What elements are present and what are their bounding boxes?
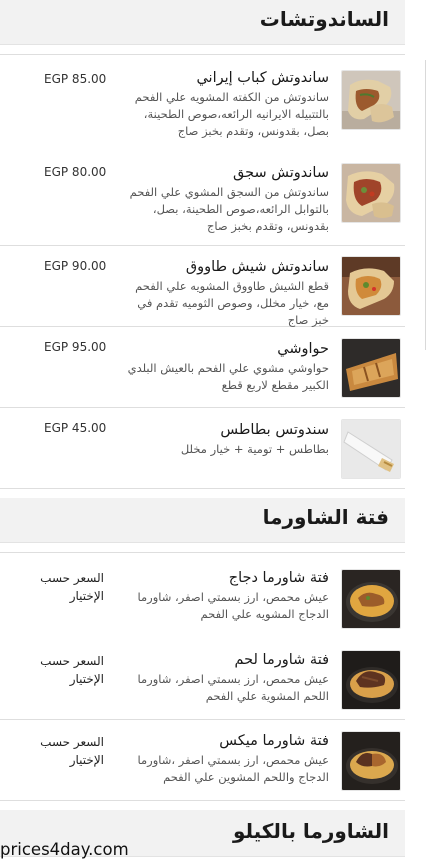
item-description: ساندوتش من الكفته المشويه علي الفحم بالت… xyxy=(134,90,329,138)
item-price: EGP 95.00 xyxy=(44,340,107,354)
menu-item-sausage-sandwich[interactable]: ساندوتش سجق ساندوتش من السجق المشوي علي … xyxy=(0,152,405,246)
menu-item-chicken-shawarma-fatta[interactable]: فتة شاورما دجاج عيش محمص، ارز بسمتي اصفر… xyxy=(0,552,405,640)
scroll-track xyxy=(425,60,426,350)
menu-item-meat-shawarma-fatta[interactable]: فتة شاورما لحم عيش محمص، ارز بسمتي اصفر،… xyxy=(0,639,405,720)
menu-item-mix-shawarma-fatta[interactable]: فتة شاورما ميكس عيش محمص، ارز بسمتي اصفر… xyxy=(0,720,405,801)
section-header-shawarma-fatta: فتة الشاورما xyxy=(0,498,405,543)
kebab-sandwich-photo xyxy=(341,70,401,130)
hawawshi-photo xyxy=(341,338,401,398)
item-name: ساندوتش سجق xyxy=(233,165,329,181)
item-description: عيش محمص، ارز بسمتي اصفر، شاورما الدجاج … xyxy=(137,590,329,621)
item-description: قطع الشيش طاووق المشويه علي الفحم مع، خي… xyxy=(135,279,329,327)
item-text: حواوشي حواوشي مشوي علي الفحم بالعيش البل… xyxy=(119,340,329,394)
item-price: السعر حسب الإختيار xyxy=(40,571,104,603)
item-name: سندوتس بطاطس xyxy=(220,422,329,438)
item-description: عيش محمص، ارز بسمتي اصفر ،شاورما الدجاج … xyxy=(137,753,329,784)
item-description: بطاطس + تومية + خيار مخلل xyxy=(180,442,329,456)
section-title: فتة الشاورما xyxy=(262,505,389,529)
item-price: EGP 85.00 xyxy=(44,72,107,86)
mix-fatta-photo xyxy=(341,731,401,791)
item-name: فتة شاورما ميكس xyxy=(219,733,329,749)
item-name: ساندوتش كباب إيراني xyxy=(196,70,329,86)
item-text: ساندوتش شيش طاووق قطع الشيش طاووق المشوي… xyxy=(119,258,329,329)
item-text: ساندوتش كباب إيراني ساندوتش من الكفته ال… xyxy=(119,69,329,140)
chicken-fatta-photo xyxy=(341,569,401,629)
menu-item-shish-tawook-sandwich[interactable]: ساندوتش شيش طاووق قطع الشيش طاووق المشوي… xyxy=(0,246,405,327)
item-name: فتة شاورما دجاج xyxy=(228,570,329,586)
item-text: سندوتس بطاطس بطاطس + تومية + خيار مخلل xyxy=(119,421,329,458)
item-name: فتة شاورما لحم xyxy=(234,652,329,668)
item-text: فتة شاورما لحم عيش محمص، ارز بسمتي اصفر،… xyxy=(119,651,329,705)
item-text: ساندوتش سجق ساندوتش من السجق المشوي علي … xyxy=(119,164,329,235)
item-name: ساندوتش شيش طاووق xyxy=(185,259,329,275)
menu-item-kebab-sandwich[interactable]: ساندوتش كباب إيراني ساندوتش من الكفته ال… xyxy=(0,54,405,153)
menu-item-potato-sandwich[interactable]: سندوتس بطاطس بطاطس + تومية + خيار مخلل E… xyxy=(0,408,405,489)
section-title: الشاورما بالكيلو xyxy=(232,819,389,843)
item-description: حواوشي مشوي علي الفحم بالعيش البلدي الكب… xyxy=(127,361,329,392)
item-price: EGP 90.00 xyxy=(44,259,107,273)
section-title: الساندوتشات xyxy=(259,7,389,31)
item-price: السعر حسب الإختيار xyxy=(40,735,104,767)
item-text: فتة شاورما ميكس عيش محمص، ارز بسمتي اصفر… xyxy=(119,732,329,786)
section-header-sandwiches: الساندوتشات xyxy=(0,0,405,45)
item-text: فتة شاورما دجاج عيش محمص، ارز بسمتي اصفر… xyxy=(119,569,329,623)
menu-page: الساندوتشات ساندوتش كباب إيراني ساندوتش … xyxy=(0,0,405,861)
watermark: prices4day.com xyxy=(0,840,129,859)
shish-tawook-sandwich-photo xyxy=(341,256,401,316)
item-name: حواوشي xyxy=(277,341,329,357)
sausage-sandwich-photo xyxy=(341,163,401,223)
potato-sandwich-photo xyxy=(341,419,401,479)
item-description: عيش محمص، ارز بسمتي اصفر، شاورما اللحم ا… xyxy=(137,672,329,703)
item-price: EGP 45.00 xyxy=(44,421,107,435)
item-description: ساندوتش من السجق المشوي علي الفحم بالتوا… xyxy=(129,185,329,233)
item-price: EGP 80.00 xyxy=(44,165,107,179)
meat-fatta-photo xyxy=(341,650,401,710)
menu-item-hawawshi[interactable]: حواوشي حواوشي مشوي علي الفحم بالعيش البل… xyxy=(0,327,405,408)
item-price: السعر حسب الإختيار xyxy=(40,654,104,686)
